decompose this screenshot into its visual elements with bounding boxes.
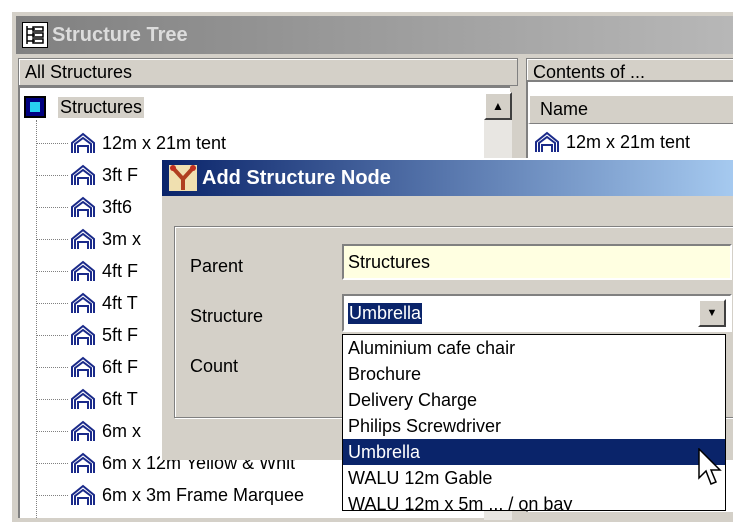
tree-item[interactable]: 3ft F [36, 160, 138, 190]
tree-item-label: 6ft F [102, 356, 139, 377]
tent-icon [71, 292, 95, 313]
tent-icon [71, 484, 95, 505]
tree-connector [36, 334, 68, 336]
tent-icon [535, 131, 559, 152]
tent-icon [71, 260, 95, 281]
tree-connector [36, 142, 68, 144]
tree-connector [36, 366, 68, 368]
structure-select[interactable]: Umbrella ▼ [342, 294, 732, 332]
dropdown-option[interactable]: Aluminium cafe chair [343, 335, 725, 361]
count-label: Count [190, 356, 239, 376]
tree-item[interactable]: 5ft F [36, 320, 138, 350]
tree-item-label: 3ft F [102, 164, 139, 185]
mouse-pointer-icon [698, 448, 722, 485]
dropdown-option[interactable]: WALU 12m x 5m ... / on bay [343, 491, 725, 510]
tent-icon [71, 196, 95, 217]
tree-item[interactable]: 4ft F [36, 256, 138, 286]
all-structures-header: All Structures [18, 58, 518, 86]
contents-item-label: 12m x 21m tent [566, 131, 691, 152]
tree-connector [36, 270, 68, 272]
contents-list-item[interactable]: 12m x 21m tent [532, 130, 690, 154]
structure-label: Structure [190, 306, 264, 326]
dialog-title: Add Structure Node [202, 166, 391, 189]
tent-icon [71, 164, 95, 185]
structure-dropdown-button[interactable]: ▼ [698, 299, 726, 327]
tree-root-node[interactable]: Structures [24, 94, 145, 120]
tree-connector [36, 302, 68, 304]
tree-item[interactable]: 12m x 21m tent [36, 128, 226, 158]
tent-icon [71, 452, 95, 473]
all-structures-header-label: All Structures [25, 61, 133, 82]
tent-icon [71, 324, 95, 345]
tree-root-label: Structures [58, 96, 145, 118]
dropdown-option[interactable]: Delivery Charge [343, 387, 725, 413]
tent-icon [71, 228, 95, 249]
dropdown-option[interactable]: Philips Screwdriver [343, 413, 725, 439]
tree-item[interactable]: 3m x [36, 224, 141, 254]
column-header-name-label: Name [540, 99, 589, 119]
structure-tree-icon [22, 22, 48, 48]
parent-field-value: Structures [348, 251, 431, 272]
window-titlebar[interactable]: Structure Tree [16, 16, 733, 54]
dropdown-option[interactable]: Brochure [343, 361, 725, 387]
tree-item-label: 6m x [102, 420, 142, 441]
tree-item-label: 4ft T [102, 292, 138, 313]
node-fork-icon [169, 165, 197, 191]
structure-select-value: Umbrella [348, 302, 423, 324]
structures-root-icon [24, 96, 46, 118]
tree-item[interactable]: 6m x [36, 416, 141, 446]
tree-item-label: 4ft F [102, 260, 139, 281]
chevron-down-icon: ▼ [706, 307, 718, 319]
tree-item[interactable]: 6ft T [36, 384, 138, 414]
tree-connector [36, 238, 68, 240]
tent-icon [71, 132, 95, 153]
dialog-titlebar[interactable]: Add Structure Node [162, 160, 733, 196]
dropdown-option[interactable]: WALU 12m Gable [343, 465, 725, 491]
tree-item-label: 3ft6 [102, 196, 133, 217]
scroll-up-button[interactable]: ▲ [484, 92, 512, 120]
scroll-up-arrow-icon: ▲ [492, 99, 504, 113]
tree-item[interactable]: 6ft F [36, 352, 138, 382]
parent-label: Parent [190, 256, 244, 276]
tree-item[interactable]: 3ft6 [36, 192, 132, 222]
tree-connector [36, 398, 68, 400]
tree-item[interactable]: 4ft T [36, 288, 138, 318]
tree-item-label: 6m x 3m Frame Marquee [102, 484, 305, 505]
tree-connector [36, 206, 68, 208]
structure-dropdown-list[interactable]: Aluminium cafe chair Brochure Delivery C… [342, 334, 726, 511]
tent-icon [71, 420, 95, 441]
tree-connector [36, 494, 68, 496]
tree-connector [36, 174, 68, 176]
window-title: Structure Tree [52, 23, 188, 46]
column-header-name[interactable]: Name [528, 94, 733, 124]
tree-item[interactable]: 6m x 3m Frame Marquee [36, 480, 304, 510]
parent-field[interactable]: Structures [342, 244, 732, 280]
tree-item-label: 12m x 21m tent [102, 132, 227, 153]
tent-icon [71, 388, 95, 409]
tent-icon [71, 356, 95, 377]
tree-connector [36, 462, 68, 464]
tree-connector [36, 430, 68, 432]
tree-item-label: 6ft T [102, 388, 138, 409]
dropdown-option-highlighted[interactable]: Umbrella [343, 439, 725, 465]
tree-item-label: 5ft F [102, 324, 139, 345]
tree-item-label: 3m x [102, 228, 142, 249]
